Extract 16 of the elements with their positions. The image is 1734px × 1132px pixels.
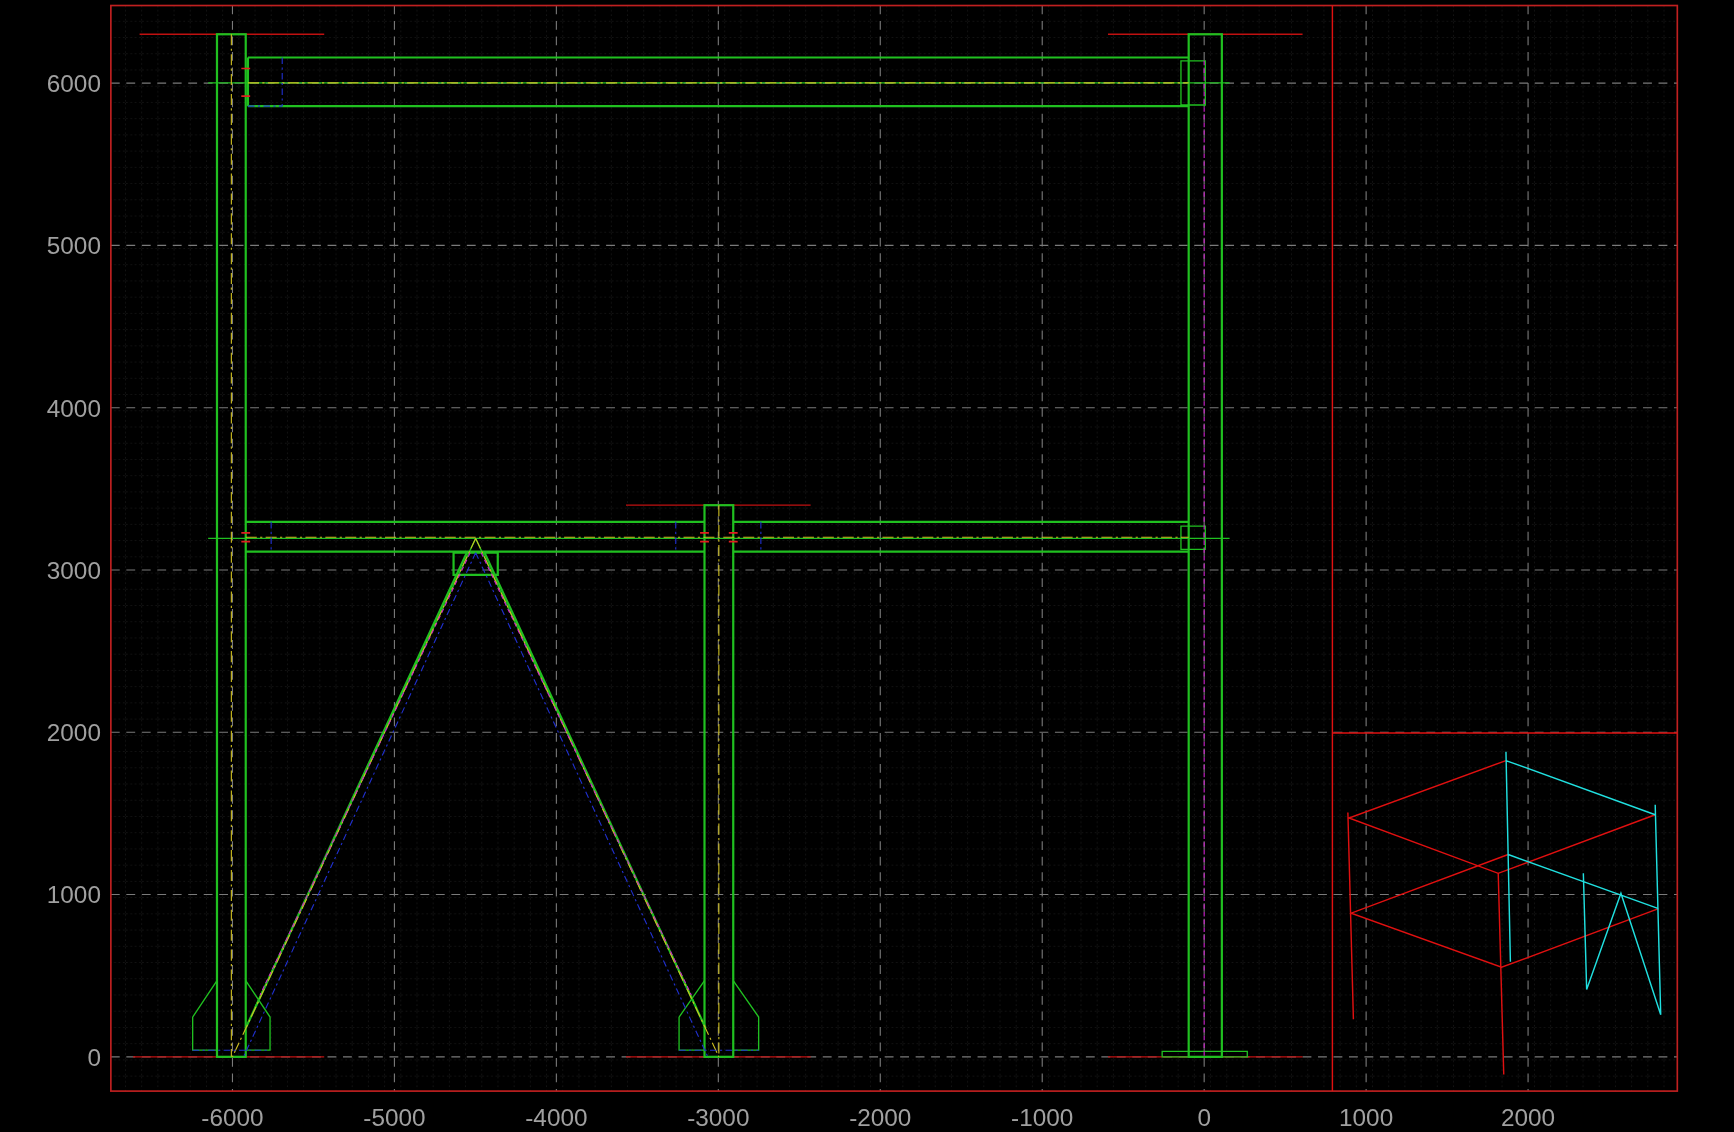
- axis-tick-label: -1000: [1011, 1104, 1074, 1132]
- axis-tick-label: -3000: [687, 1104, 750, 1132]
- axis-tick-label: 5000: [46, 232, 101, 260]
- axis-tick-label: 1000: [46, 881, 101, 909]
- axis-tick-label: 4000: [46, 394, 101, 422]
- axis-tick-label: -6000: [201, 1104, 264, 1132]
- axis-tick-label: -4000: [525, 1104, 588, 1132]
- axis-tick-label: -2000: [849, 1104, 912, 1132]
- axis-tick-label: -5000: [363, 1104, 426, 1132]
- axis-tick-label: 2000: [46, 719, 101, 747]
- axis-tick-label: 0: [1197, 1104, 1211, 1132]
- axis-tick-label: 3000: [46, 556, 101, 584]
- axis-tick-label: 2000: [1501, 1104, 1556, 1132]
- axis-tick-label: 1000: [1339, 1104, 1394, 1132]
- axis-tick-label: 6000: [46, 69, 101, 97]
- axis-tick-label: 0: [87, 1043, 101, 1071]
